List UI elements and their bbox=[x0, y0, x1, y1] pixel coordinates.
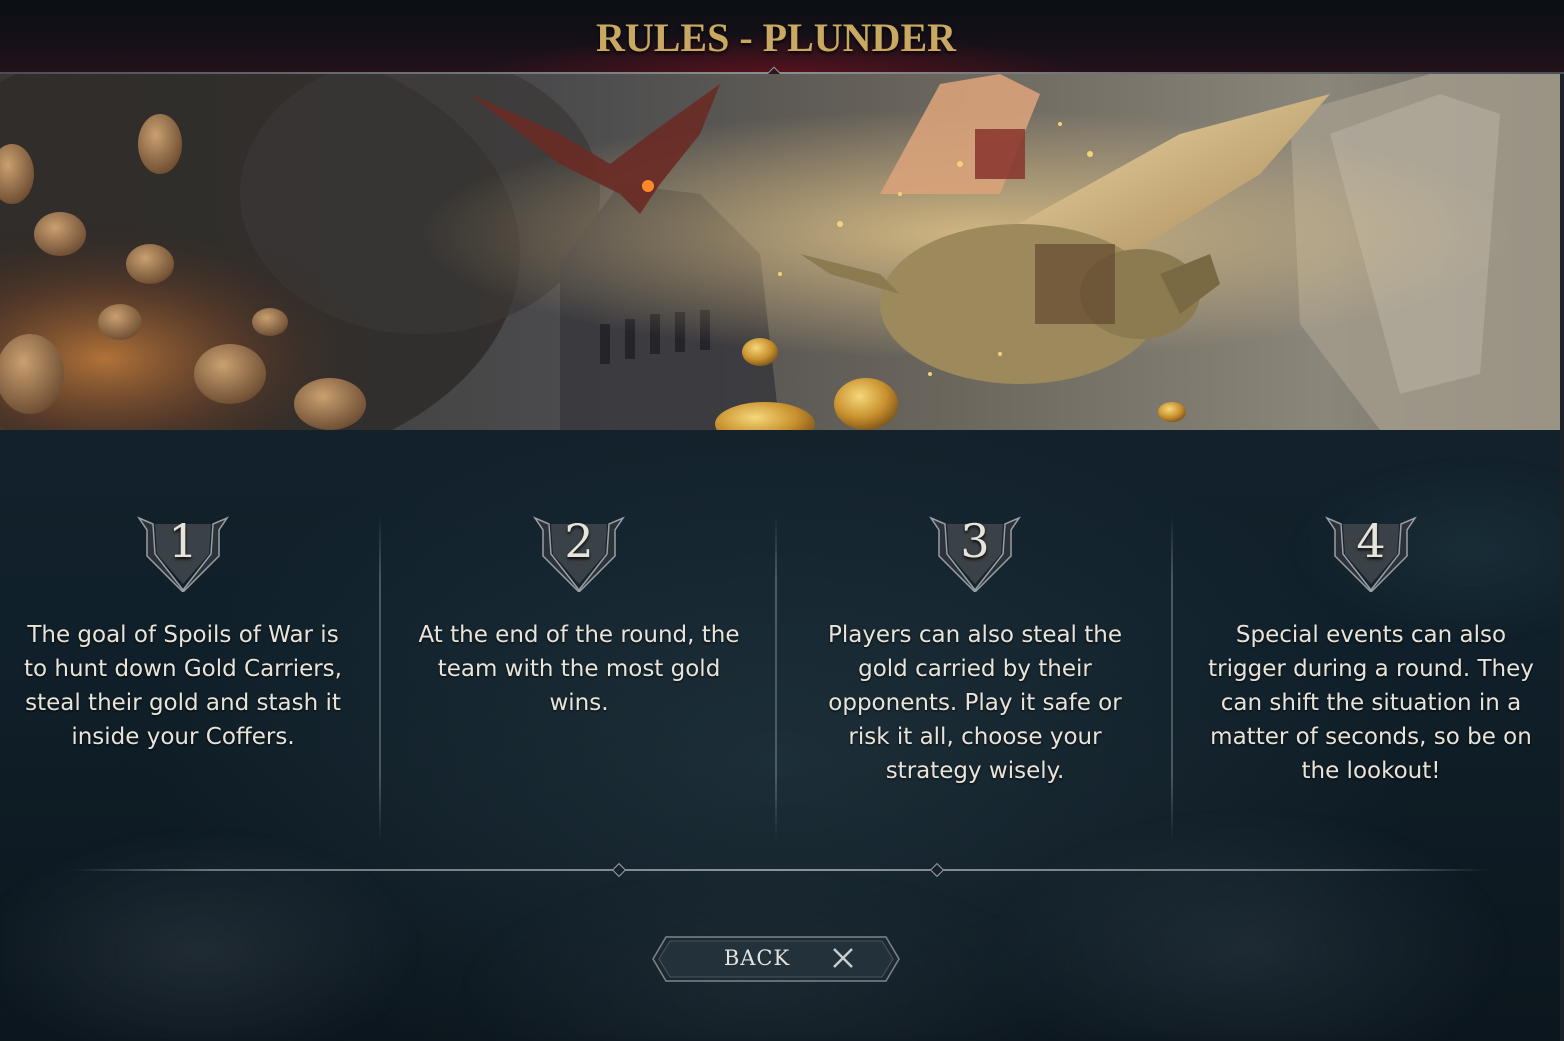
rule-badge-4: 4 bbox=[1321, 510, 1421, 594]
rule-badge-2: 2 bbox=[529, 510, 629, 594]
rules-screen: RULES - PLUNDER 1 The goal of Spoils of … bbox=[0, 0, 1564, 1041]
rule-badge-3: 3 bbox=[925, 510, 1025, 594]
rule-card-2: 2 At the end of the round, the team with… bbox=[389, 510, 769, 840]
back-button[interactable]: BACK bbox=[652, 936, 900, 982]
bottom-divider bbox=[70, 869, 1490, 871]
rule-card-3: 3 Players can also steal the gold carrie… bbox=[785, 510, 1165, 840]
banner-art bbox=[0, 74, 1560, 430]
rule-number: 4 bbox=[1356, 514, 1386, 568]
back-label: BACK bbox=[723, 946, 791, 970]
rule-text: The goal of Spoils of War is to hunt dow… bbox=[24, 622, 342, 750]
rule-number: 1 bbox=[168, 514, 198, 568]
rule-number: 2 bbox=[564, 514, 594, 568]
dragon-gold-raid-art bbox=[0, 74, 1560, 430]
header-bar: RULES - PLUNDER bbox=[0, 0, 1564, 74]
column-divider bbox=[775, 515, 777, 840]
rule-badge-1: 1 bbox=[133, 510, 233, 594]
rule-text: Players can also steal the gold carried … bbox=[827, 622, 1123, 784]
column-divider bbox=[1171, 515, 1173, 840]
rule-card-1: 1 The goal of Spoils of War is to hunt d… bbox=[0, 510, 373, 840]
page-title: RULES - PLUNDER bbox=[595, 15, 957, 60]
close-x-icon bbox=[833, 948, 853, 968]
column-divider bbox=[379, 515, 381, 840]
rule-card-4: 4 Special events can also trigger during… bbox=[1181, 510, 1561, 840]
rule-number: 3 bbox=[960, 514, 990, 568]
rule-text: At the end of the round, the team with t… bbox=[418, 622, 740, 716]
rule-text: Special events can also trigger during a… bbox=[1208, 622, 1534, 784]
